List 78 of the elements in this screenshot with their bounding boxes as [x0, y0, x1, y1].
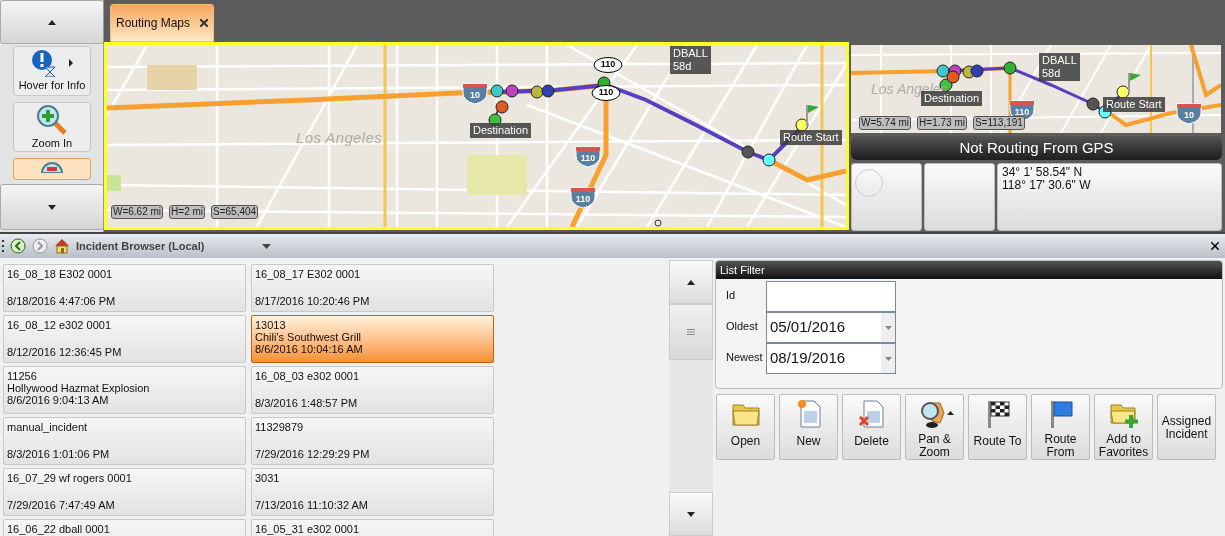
incident-card[interactable]: 16_08_17 E302 0001 8/17/2016 10:20:46 PM — [251, 264, 494, 312]
arrival-tile — [924, 163, 995, 231]
scale-chip: S=65,404 — [211, 205, 259, 219]
incident-card[interactable]: 16_06_22 dball 0001 — [3, 519, 246, 536]
route-start-label: Route Start — [1103, 97, 1165, 112]
incident-card[interactable]: manual_incident 8/3/2016 1:01:06 PM — [3, 417, 246, 465]
coordinate-text: 34° 1' 58.54" N — [1002, 166, 1084, 179]
action-button[interactable]: Open — [716, 394, 775, 460]
incident-card[interactable]: 13013 Chili's Southwest Grill 8/6/2016 10:04:16 AM — [251, 315, 494, 363]
interstate-shield: 10 — [1176, 103, 1202, 125]
scale-chip: S=113,191 — [972, 116, 1025, 130]
caret-icon — [947, 411, 954, 415]
dropdown-arrow-icon — [884, 356, 892, 361]
scroll-up-button[interactable] — [0, 0, 103, 44]
forward-button[interactable] — [32, 238, 48, 254]
coordinate-text: 118° 17' 30.6" W — [1002, 179, 1092, 192]
action-button[interactable]: Route To — [968, 394, 1027, 460]
zoom-in-icon — [37, 105, 67, 135]
delete-document-icon — [856, 399, 887, 429]
tool-button[interactable]: Zoom In — [13, 102, 91, 152]
date-field[interactable]: 05/01/2016 — [766, 312, 896, 343]
highway-shield: 110 — [593, 57, 623, 73]
interstate-shield: 110 — [570, 187, 596, 209]
scale-chip: H=1.73 mi — [917, 116, 967, 130]
browser-title: Incident Browser (Local) — [76, 238, 206, 254]
incident-card[interactable]: 16_08_18 E302 0001 8/18/2016 4:47:06 PM — [3, 264, 246, 312]
date-field[interactable]: 08/19/2016 — [766, 343, 896, 374]
gps-status-bar: Not Routing From GPS — [851, 136, 1222, 160]
dropdown-arrow-icon[interactable] — [262, 243, 271, 249]
info-hourglass-icon — [31, 49, 57, 77]
scale-chip: W=6.62 mi — [111, 205, 164, 219]
field-label: Id — [726, 288, 737, 303]
action-button[interactable]: New — [779, 394, 838, 460]
dropdown-arrow-icon — [884, 325, 892, 330]
destination-label: Destination — [470, 123, 532, 138]
incident-card[interactable]: 3031 7/13/2016 11:10:32 AM — [251, 468, 494, 516]
incident-card[interactable]: 11256 Hollywood Hazmat Explosion 8/6/2016 9:04:13 AM — [3, 366, 246, 414]
zoom-out-icon — [41, 161, 63, 173]
incident-card[interactable]: 16_05_31 e302 0001 — [251, 519, 494, 536]
home-button[interactable] — [54, 238, 70, 254]
field-label: Newest — [726, 350, 764, 365]
incident-card[interactable]: 16_08_12 e302 0001 8/12/2016 12:36:45 PM — [3, 315, 246, 363]
scale-chip: W=5.74 mi — [859, 116, 912, 130]
field-label: Oldest — [726, 319, 759, 334]
home-icon — [54, 238, 70, 254]
highway-shield: 110 — [591, 85, 621, 101]
id-field[interactable] — [766, 281, 896, 312]
close-icon[interactable] — [1211, 242, 1219, 250]
incident-card[interactable]: 11329879 7/29/2016 12:29:29 PM — [251, 417, 494, 465]
map-tab[interactable]: Routing Maps — [110, 4, 215, 42]
scroll-thumb[interactable] — [669, 304, 713, 360]
interstate-shield: 110 — [575, 146, 601, 168]
action-button[interactable]: Pan & Zoom — [905, 394, 964, 460]
list-scrollbar[interactable] — [669, 260, 713, 536]
route-start-label: Route Start — [780, 130, 842, 145]
tool-button[interactable] — [13, 158, 91, 180]
unit-label: DBALL 58d — [670, 46, 711, 74]
street-map-drawing[interactable] — [107, 45, 846, 227]
close-icon[interactable] — [200, 19, 209, 27]
down-arrow-icon — [48, 204, 56, 210]
interstate-shield: 10 — [462, 83, 488, 105]
scroll-down-button[interactable] — [0, 184, 103, 230]
grip-icon — [687, 329, 695, 335]
filter-title: List Filter — [716, 261, 1222, 279]
action-button[interactable]: Add to Favorites — [1094, 394, 1153, 460]
scale-chip: H=2 mi — [169, 205, 206, 219]
up-arrow-icon — [687, 279, 695, 285]
back-button[interactable] — [10, 238, 26, 254]
city-label: Los Angeles — [296, 128, 383, 148]
action-button[interactable]: Delete — [842, 394, 901, 460]
action-button[interactable]: Route From — [1031, 394, 1090, 460]
down-arrow-icon — [687, 511, 695, 517]
up-arrow-icon — [48, 19, 56, 25]
action-button[interactable]: Assigned Incident — [1157, 394, 1216, 460]
unit-label: DBALL 58d — [1039, 53, 1080, 81]
incident-card[interactable]: 16_08_03 e302 0001 8/3/2016 1:48:57 PM — [251, 366, 494, 414]
incident-card[interactable]: 16_07_29 wf rogers 0001 7/29/2016 7:47:49 AM — [3, 468, 246, 516]
tool-button[interactable]: Hover for Info — [13, 46, 91, 96]
